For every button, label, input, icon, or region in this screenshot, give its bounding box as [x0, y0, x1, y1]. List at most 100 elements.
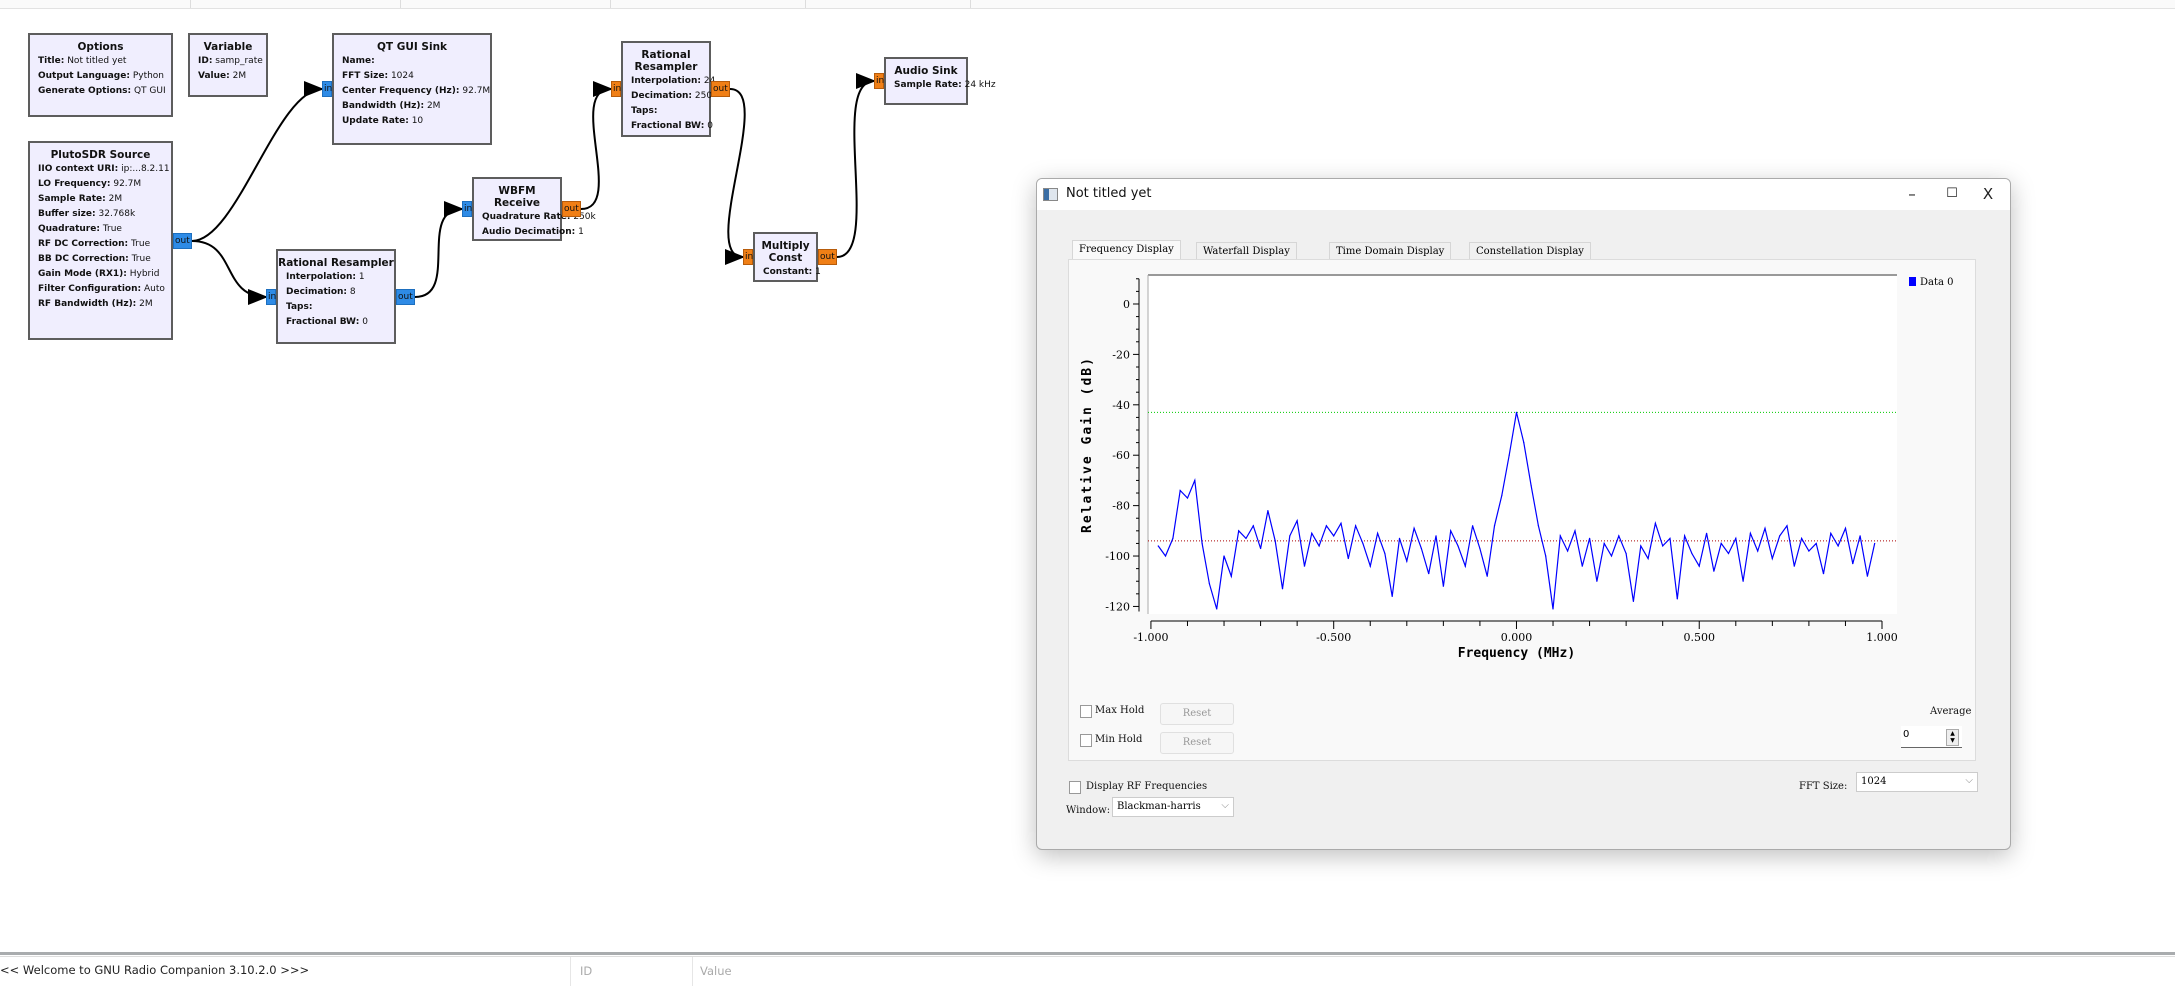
data-point [1450, 530, 1452, 532]
variables-panel-divider[interactable] [570, 957, 571, 986]
frequency-plot[interactable]: 0 -20 -40 -60 -80 -100 -120 -1.000 -0.500 0.000 0.… [1069, 260, 1977, 700]
block-title: Rational Resampler [634, 49, 698, 73]
block-param: Value: 2M [198, 71, 266, 81]
block-title: Variable [203, 41, 253, 53]
top-toolbar-strip [0, 0, 2175, 9]
connection-wire[interactable] [724, 88, 746, 265]
data-point [1208, 583, 1211, 585]
param-key: Generate Options: [38, 86, 132, 96]
max-hold-checkbox[interactable] [1080, 705, 1092, 718]
y-tick-label: -20 [1112, 348, 1130, 361]
block-options[interactable]: Options Title: Not titled yet Output Langu… [28, 33, 173, 117]
input-port[interactable]: in [743, 249, 753, 265]
output-port[interactable]: out [173, 233, 192, 249]
connection-wire[interactable] [191, 240, 268, 305]
connection-wire[interactable] [580, 81, 613, 210]
data-point [1603, 542, 1605, 545]
output-port[interactable]: out [711, 81, 730, 97]
tab-frequency-display[interactable]: Frequency Display [1072, 240, 1181, 261]
data-point [1289, 535, 1291, 537]
minimize-button[interactable]: – [1894, 183, 1930, 205]
data-point [1859, 535, 1861, 537]
data-point [1420, 547, 1423, 550]
output-port[interactable]: out [818, 249, 837, 265]
block-rational-resampler[interactable]: Rational Resampler Interpolation: 1 Decima… [276, 249, 396, 344]
qt-gui-window: Not titled yet – ☐ X Frequency Display W… [1036, 178, 2011, 850]
tab-waterfall-display[interactable]: Waterfall Display [1196, 242, 1297, 260]
data-point [1545, 555, 1547, 557]
display-rf-frequencies-checkbox[interactable] [1069, 781, 1081, 794]
legend-label: Data 0 [1920, 277, 1954, 288]
param-value: 2M [426, 101, 441, 111]
plot-canvas [1148, 275, 1897, 614]
input-port[interactable]: in [874, 73, 884, 89]
block-rational-resampler[interactable]: Rational Resampler Interpolation: 24 Decim… [621, 41, 715, 137]
param-value: 250 [694, 91, 713, 101]
data-point [1281, 588, 1284, 590]
block-param: Generate Options: QT GUI [38, 86, 171, 96]
param-value: Python [132, 71, 165, 81]
close-button[interactable]: X [1970, 183, 2006, 205]
min-hold-reset-button[interactable]: Reset [1160, 732, 1234, 754]
input-port[interactable]: in [611, 81, 621, 97]
param-value: 24 kHz [964, 80, 996, 90]
param-value: 2M [139, 299, 153, 309]
max-hold-label: Max Hold [1095, 705, 1145, 716]
block-variable[interactable]: Variable ID: samp_rate Value: 2M [188, 33, 268, 97]
variables-id-header[interactable]: ID [580, 964, 592, 978]
pane-splitter[interactable] [0, 952, 2175, 955]
block-param: IIO context URI: ip:...8.2.11 [38, 164, 171, 174]
param-key: IIO context URI: [38, 164, 119, 174]
block-plutosdr-source[interactable]: PlutoSDR Source IIO context URI: ip:...8.… [28, 141, 173, 340]
param-value: Not titled yet [67, 56, 127, 66]
maximize-button[interactable]: ☐ [1934, 183, 1970, 205]
block-param: Name: [342, 56, 490, 66]
average-spinbox[interactable]: 0 ▲ ▼ [1901, 726, 1962, 748]
data-point [1844, 527, 1847, 529]
param-key: FFT Size: [342, 71, 389, 81]
data-point [1216, 608, 1218, 610]
max-hold-reset-button[interactable]: Reset [1160, 703, 1234, 725]
block-wbfm-receive[interactable]: WBFM Receive Quadrature Rate: 250k Audio D… [472, 177, 596, 241]
data-point [1223, 555, 1225, 557]
data-point [1837, 545, 1839, 547]
output-port[interactable]: out [396, 289, 415, 305]
param-key: Filter Configuration: [38, 284, 142, 294]
param-key: Title: [38, 56, 65, 66]
input-port[interactable]: in [322, 81, 332, 97]
app-icon [1043, 188, 1058, 201]
block-qt-gui-sink[interactable]: QT GUI Sink Name: FFT Size: 1024 Center Fr… [332, 33, 492, 145]
block-param: FFT Size: 1024 [342, 71, 490, 81]
window-titlebar[interactable]: Not titled yet – ☐ X [1037, 179, 2010, 210]
window-function-select[interactable]: Blackman-harris ⌵ [1112, 797, 1234, 817]
tab-constellation-display[interactable]: Constellation Display [1469, 242, 1591, 260]
data-point [1296, 520, 1298, 522]
data-point [1742, 580, 1744, 582]
output-port[interactable]: out [562, 201, 581, 217]
block-param: Constant: 1 [763, 267, 821, 277]
data-point [1596, 580, 1598, 582]
param-key: LO Frequency: [38, 179, 111, 189]
console-panel: << Welcome to GNU Radio Companion 3.10.2… [0, 956, 2175, 986]
data-point [1501, 494, 1503, 497]
param-value: 92.7M [113, 179, 142, 189]
window-function-value: Blackman-harris [1117, 801, 1201, 812]
y-tick-label: -40 [1112, 399, 1130, 412]
spin-arrows-icon[interactable]: ▲ ▼ [1946, 729, 1959, 746]
param-key: Taps: [631, 106, 658, 116]
block-multiply-const[interactable]: Multiply Const Constant: 1 [753, 232, 821, 282]
input-port[interactable]: in [266, 289, 276, 305]
connection-wire[interactable] [836, 73, 876, 258]
input-port[interactable]: in [462, 201, 472, 217]
min-hold-checkbox[interactable] [1080, 734, 1092, 747]
data-point [1274, 540, 1276, 542]
param-key: Fractional BW: [286, 317, 360, 327]
data-point [1479, 547, 1481, 550]
fft-size-select[interactable]: 1024 ⌵ [1856, 772, 1978, 792]
data-point [1362, 542, 1364, 545]
connection-wire[interactable] [414, 201, 464, 298]
variables-value-header[interactable]: Value [700, 964, 732, 978]
connection-wire[interactable] [191, 81, 324, 242]
block-audio-sink[interactable]: Audio Sink Sample Rate: 24 kHz [884, 57, 996, 105]
tab-time-domain-display[interactable]: Time Domain Display [1329, 242, 1452, 260]
